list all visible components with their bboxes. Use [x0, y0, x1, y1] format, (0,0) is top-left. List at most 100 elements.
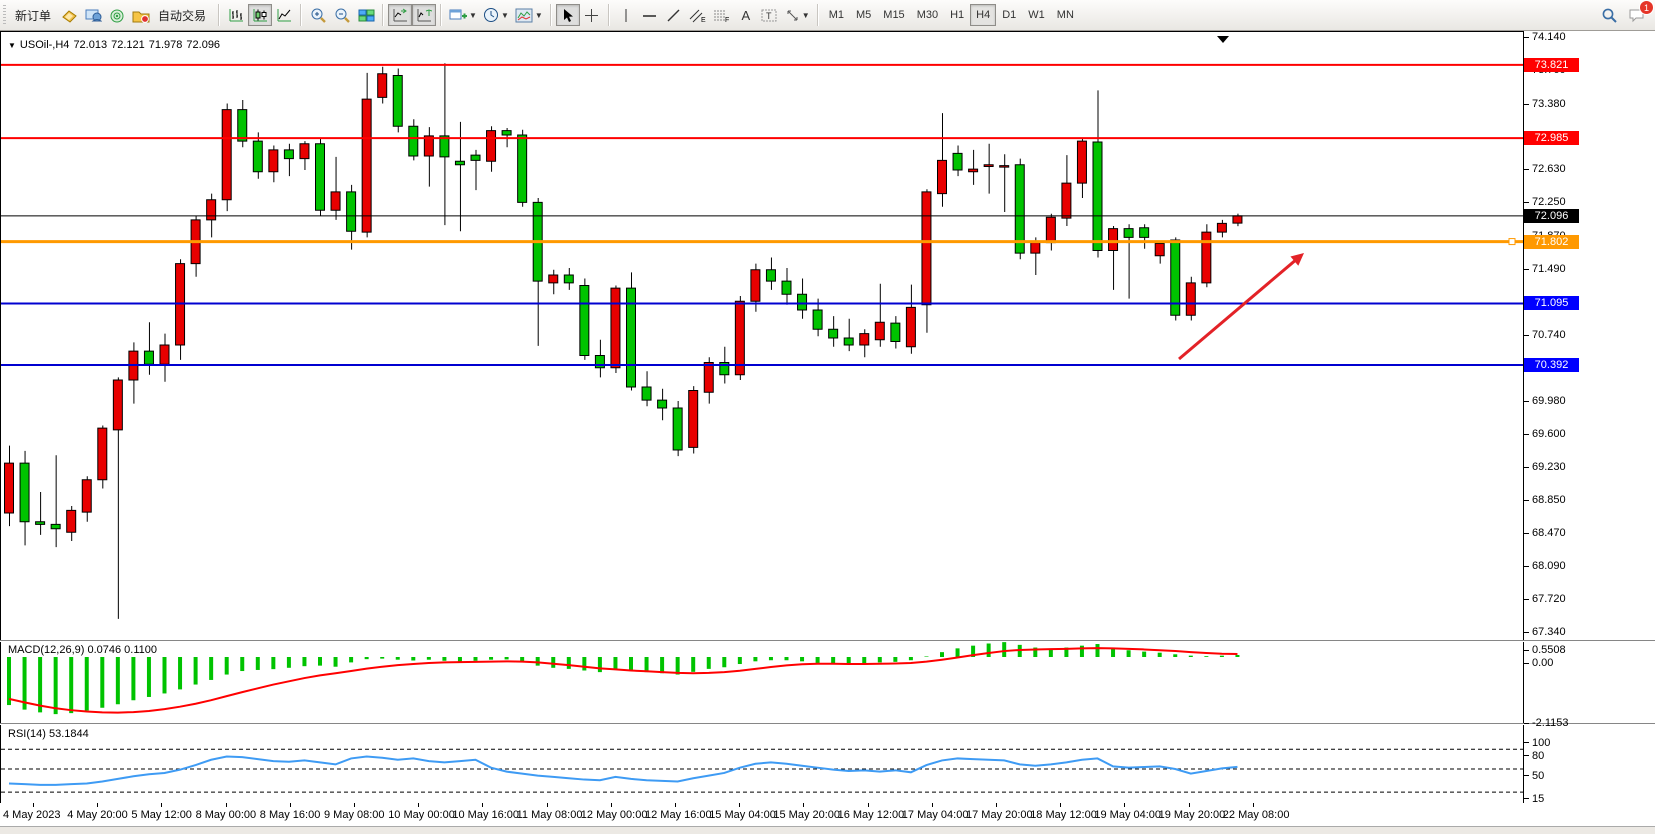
bottom-strip	[0, 826, 1655, 834]
autotrading-label: 自动交易	[153, 7, 211, 24]
search-button[interactable]	[1597, 4, 1621, 26]
fibonacci-icon: F	[713, 8, 730, 23]
timeframe-W1[interactable]: W1	[1022, 4, 1051, 26]
zoom-out-button[interactable]	[330, 4, 354, 26]
price-tick-label: 72.250	[1532, 196, 1566, 208]
bar-chart-icon	[228, 8, 244, 23]
text-button[interactable]: A	[734, 4, 758, 26]
time-label: 10 May 00:00	[388, 809, 455, 821]
zoom-in-button[interactable]	[306, 4, 330, 26]
toolbar-separator	[550, 4, 552, 26]
time-tick	[290, 803, 291, 807]
time-tick	[1060, 803, 1061, 807]
autoscroll-button[interactable]	[388, 4, 412, 26]
line-handle[interactable]	[1509, 239, 1515, 245]
price-tick	[1524, 533, 1529, 534]
macd-label: MACD(12,26,9) 0.0746 0.1100	[8, 644, 157, 656]
time-label: 10 May 16:00	[452, 809, 519, 821]
chart-shift-icon	[416, 8, 432, 23]
candle-body	[378, 74, 387, 98]
tile-windows-button[interactable]	[354, 4, 378, 26]
candle-body	[1000, 166, 1009, 168]
timeframe-M30[interactable]: M30	[911, 4, 944, 26]
trendline-button[interactable]	[662, 4, 686, 26]
arrows-button[interactable]: ▼	[782, 4, 813, 26]
candle-body	[782, 281, 791, 294]
candle-body	[798, 294, 807, 310]
indicators-icon	[515, 8, 533, 23]
candle-body	[938, 160, 947, 193]
candle-body	[953, 153, 962, 170]
market-watch-button[interactable]	[81, 4, 105, 26]
candlestick-icon	[252, 8, 268, 23]
candle-body	[829, 329, 838, 338]
text-label-icon: T	[761, 8, 778, 23]
candle-body	[5, 463, 14, 513]
svg-text:F: F	[725, 17, 729, 23]
candle-body	[51, 524, 60, 528]
time-label: 4 May 2023	[3, 809, 60, 821]
time-label: 19 May 20:00	[1159, 809, 1226, 821]
fibonacci-button[interactable]: F	[710, 4, 734, 26]
chart-shift-button[interactable]	[412, 4, 436, 26]
price-badge: 71.802	[1524, 235, 1579, 249]
timeframe-H4[interactable]: H4	[970, 4, 996, 26]
price-tick-label: 68.850	[1532, 494, 1566, 506]
timeframe-MN[interactable]: MN	[1051, 4, 1080, 26]
bar-chart-button[interactable]	[224, 4, 248, 26]
navigator-button[interactable]	[105, 4, 129, 26]
equidistant-channel-button[interactable]: E	[686, 4, 710, 26]
price-tick	[1524, 599, 1529, 600]
timeframe-M5[interactable]: M5	[850, 4, 877, 26]
candle-body	[518, 135, 527, 202]
indicators-button[interactable]: ▼	[512, 4, 546, 26]
candle-body	[300, 144, 309, 159]
price-tick-label: 74.140	[1532, 31, 1566, 43]
price-tick	[1524, 434, 1529, 435]
price-tick	[1524, 104, 1529, 105]
timeframe-M1[interactable]: M1	[823, 4, 850, 26]
time-label: 5 May 12:00	[131, 809, 192, 821]
timeframe-H1[interactable]: H1	[944, 4, 970, 26]
price-tick-label: 68.470	[1532, 527, 1566, 539]
candle-body	[409, 126, 418, 156]
candlestick-chart-button[interactable]	[248, 4, 272, 26]
rsi-line	[9, 756, 1237, 784]
candle-body	[347, 192, 356, 231]
time-label: 8 May 16:00	[260, 809, 321, 821]
time-axis[interactable]: 4 May 20234 May 20:005 May 12:008 May 00…	[0, 803, 1655, 826]
time-tick	[932, 803, 933, 807]
main-chart-canvas[interactable]	[1, 32, 1523, 640]
time-tick	[97, 803, 98, 807]
macd-canvas[interactable]	[1, 642, 1523, 723]
time-tick	[803, 803, 804, 807]
dropdown-caret-icon: ▼	[535, 11, 543, 20]
notifications-button[interactable]: 1	[1625, 4, 1649, 26]
timeframe-M15[interactable]: M15	[877, 4, 910, 26]
crosshair-button[interactable]	[580, 4, 604, 26]
candle-body	[1155, 244, 1164, 256]
vertical-line-button[interactable]	[614, 4, 638, 26]
price-tick	[1524, 269, 1529, 270]
rsi-canvas[interactable]	[1, 725, 1523, 803]
timeframe-D1[interactable]: D1	[996, 4, 1022, 26]
horizontal-line-button[interactable]	[638, 4, 662, 26]
candle-body	[611, 288, 620, 368]
price-badge: 71.095	[1524, 296, 1579, 310]
tile-windows-icon	[358, 8, 375, 23]
time-label: 12 May 00:00	[581, 809, 648, 821]
chart-window-icon[interactable]	[57, 4, 81, 26]
rsi-axis-label: 100	[1532, 737, 1550, 749]
new-order-button[interactable]: 新订单	[9, 4, 57, 26]
new-chart-button[interactable]: ▼	[446, 4, 480, 26]
periods-button[interactable]: ▼	[480, 4, 512, 26]
autotrading-button[interactable]: 自动交易	[129, 4, 214, 26]
trend-arrow[interactable]	[1179, 258, 1298, 359]
line-chart-button[interactable]	[272, 4, 296, 26]
text-label-button[interactable]: T	[758, 4, 782, 26]
candle-body	[393, 76, 402, 127]
cursor-button[interactable]	[556, 4, 580, 26]
toolbar-grip[interactable]	[3, 5, 6, 25]
toolbar-separator	[218, 4, 220, 26]
rsi-axis-tick	[1524, 755, 1529, 756]
